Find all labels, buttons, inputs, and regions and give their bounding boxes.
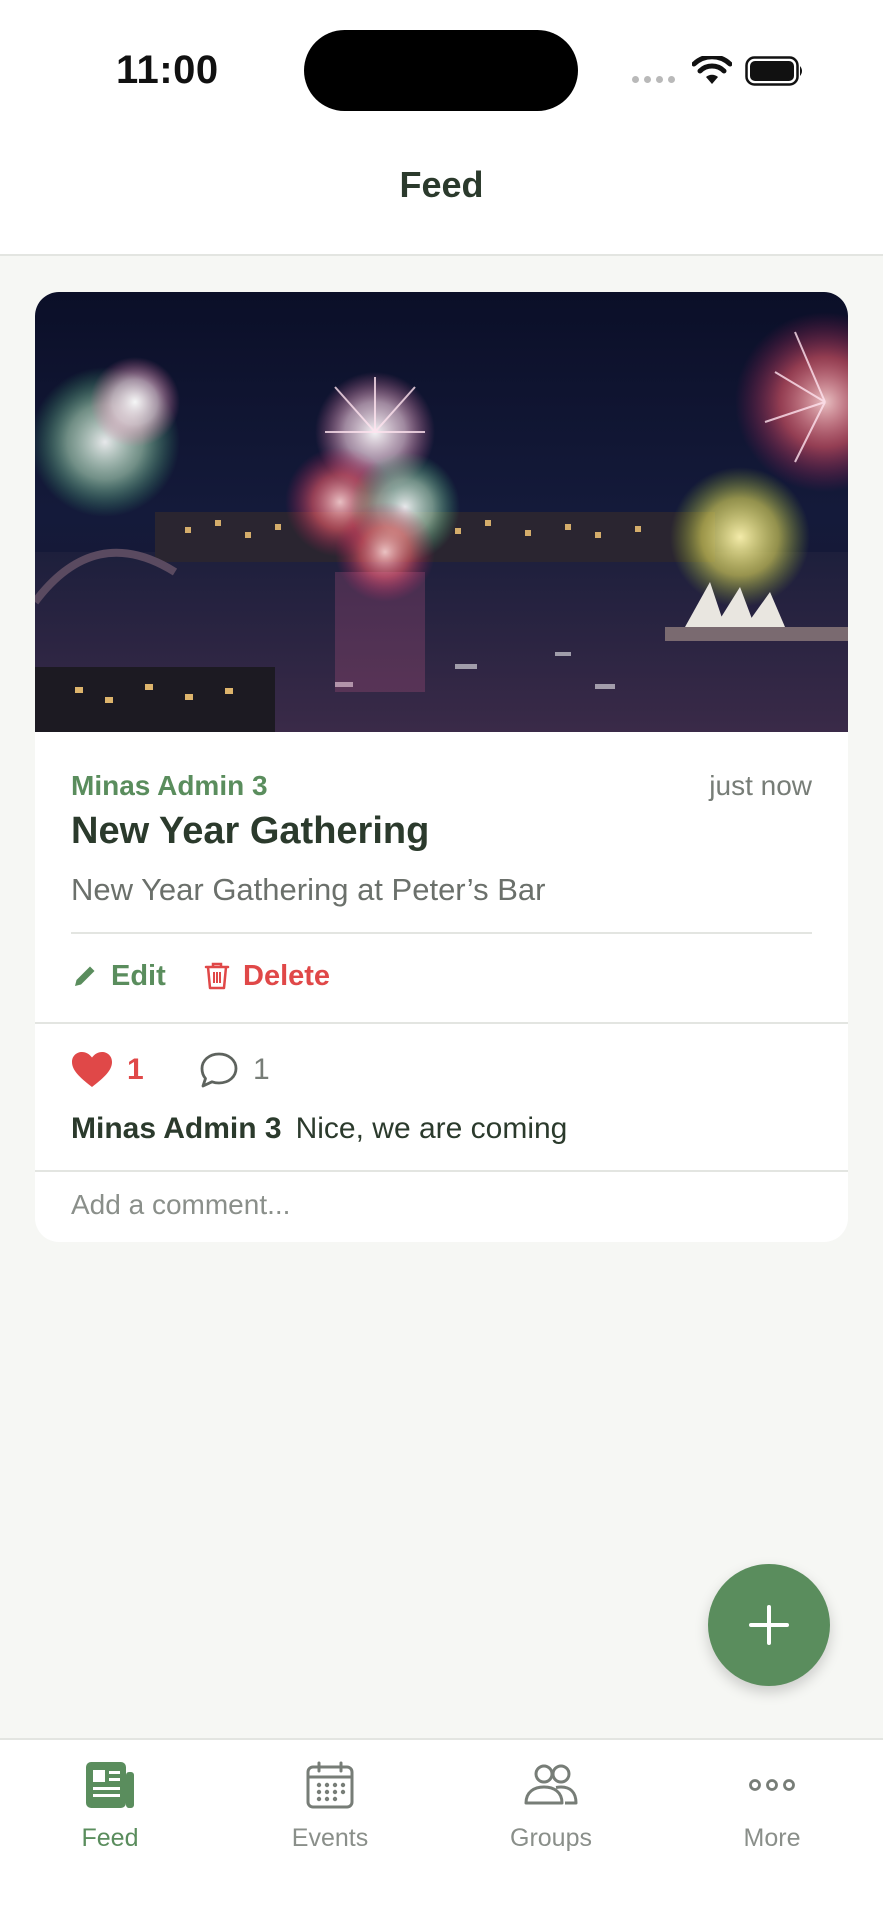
divider <box>71 932 812 934</box>
edit-label: Edit <box>111 959 166 992</box>
post-title: New Year Gathering <box>71 810 430 852</box>
tab-label: More <box>743 1824 801 1852</box>
battery-icon <box>745 56 802 86</box>
comment-input[interactable] <box>71 1174 812 1236</box>
post-description: New Year Gathering at Peter’s Bar <box>71 872 546 907</box>
tab-bar: Feed Events Groups More <box>0 1738 883 1920</box>
divider <box>35 1170 848 1172</box>
divider <box>35 1022 848 1024</box>
trash-icon <box>204 962 230 990</box>
heart-icon <box>72 1052 112 1087</box>
calendar-icon <box>306 1761 354 1809</box>
create-post-button[interactable] <box>708 1564 830 1686</box>
comment-button[interactable]: 1 <box>199 1042 270 1098</box>
edit-button[interactable]: Edit <box>71 948 166 1004</box>
tab-feed[interactable]: Feed <box>0 1756 220 1866</box>
status-bar: 11:00 <box>0 0 883 130</box>
post-card: Minas Admin 3 just now New Year Gatherin… <box>35 292 848 1242</box>
post-image[interactable] <box>35 292 848 732</box>
tab-label: Feed <box>81 1824 139 1852</box>
feed-icon <box>86 1762 134 1808</box>
more-icon <box>749 1779 795 1791</box>
tab-events[interactable]: Events <box>220 1756 440 1866</box>
comment-count: 1 <box>253 1053 270 1086</box>
status-time: 11:00 <box>116 48 219 92</box>
cellular-signal-icon <box>632 76 675 83</box>
tab-label: Events <box>291 1824 369 1852</box>
pencil-icon <box>75 966 95 986</box>
dynamic-island <box>304 30 578 111</box>
like-button[interactable]: 1 <box>71 1042 144 1098</box>
groups-icon <box>524 1764 578 1805</box>
comment-item: Minas Admin 3 Nice, we are coming <box>71 1112 567 1146</box>
comment-author[interactable]: Minas Admin 3 <box>71 1112 282 1145</box>
app-header: Feed <box>0 130 883 256</box>
comment-bubble-icon <box>200 1052 238 1088</box>
like-count: 1 <box>127 1053 144 1086</box>
plus-icon <box>749 1605 789 1645</box>
delete-button[interactable]: Delete <box>203 948 330 1004</box>
wifi-icon <box>692 56 732 84</box>
delete-label: Delete <box>243 959 331 992</box>
post-timestamp: just now <box>709 770 812 801</box>
tab-groups[interactable]: Groups <box>441 1756 661 1866</box>
post-author[interactable]: Minas Admin 3 <box>71 770 268 802</box>
tab-label: Groups <box>510 1824 592 1852</box>
page-title: Feed <box>399 164 484 205</box>
comment-text: Nice, we are coming <box>295 1112 568 1145</box>
tab-more[interactable]: More <box>662 1756 882 1866</box>
